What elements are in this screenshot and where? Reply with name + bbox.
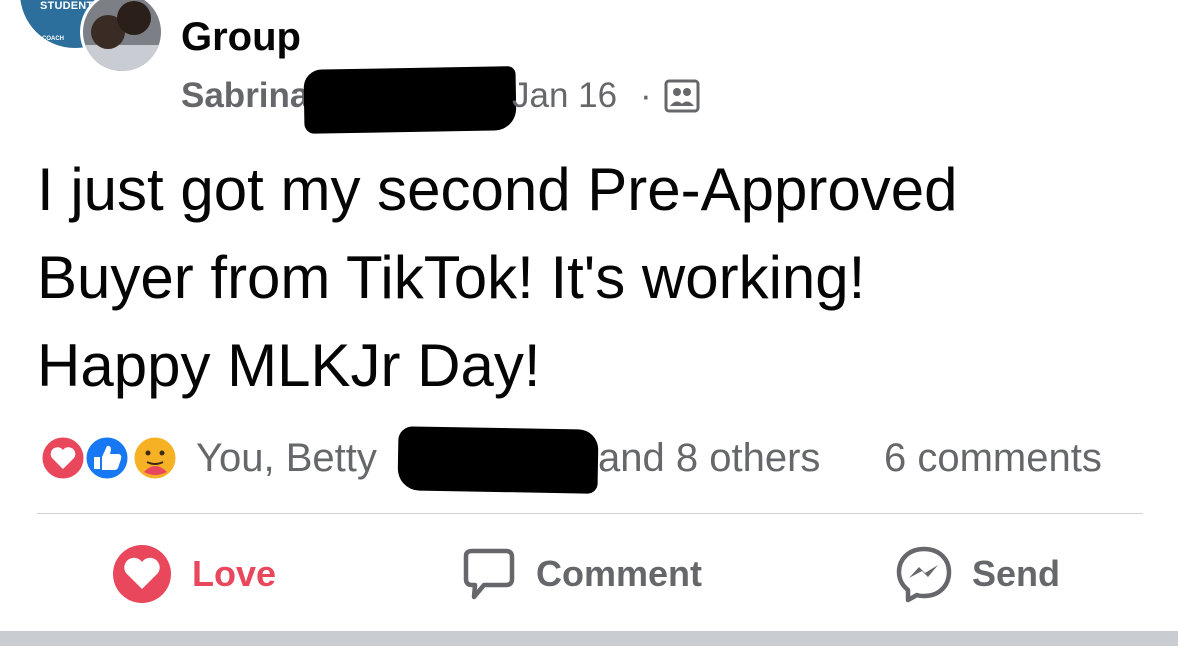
- meta-separator: ·: [640, 76, 652, 115]
- post-text: I just got my second Pre-Approved Buyer …: [37, 156, 958, 399]
- love-button[interactable]: Love: [192, 552, 276, 596]
- reactions-summary[interactable]: [37, 432, 197, 484]
- send-button[interactable]: Send: [972, 552, 1060, 596]
- redaction-mark: [303, 66, 517, 134]
- group-name-link[interactable]: Group: [181, 14, 301, 60]
- reactors-text[interactable]: You, Betty: [196, 432, 377, 484]
- like-reaction-icon: [83, 434, 131, 482]
- messenger-icon[interactable]: [894, 544, 954, 604]
- comment-button[interactable]: Comment: [536, 552, 702, 596]
- post-date-link[interactable]: Jan 16: [512, 76, 617, 116]
- author-name-link[interactable]: Sabrina: [181, 76, 309, 116]
- reactors-others-text[interactable]: and 8 others: [598, 432, 820, 484]
- feed-separator-bar: [0, 631, 1178, 646]
- redaction-mark: [397, 426, 599, 494]
- comment-icon[interactable]: [458, 546, 518, 606]
- divider: [37, 513, 1143, 514]
- care-reaction-icon: [131, 434, 179, 482]
- group-members-icon: [664, 79, 700, 113]
- group-avatar-text-bottom: COACH: [42, 36, 64, 42]
- love-icon[interactable]: [112, 544, 172, 604]
- author-avatar[interactable]: [80, 0, 164, 74]
- love-reaction-icon: [39, 434, 87, 482]
- avatar-figure: [117, 1, 151, 35]
- avatar-figure: [83, 45, 161, 71]
- comments-count-link[interactable]: 6 comments: [884, 432, 1102, 484]
